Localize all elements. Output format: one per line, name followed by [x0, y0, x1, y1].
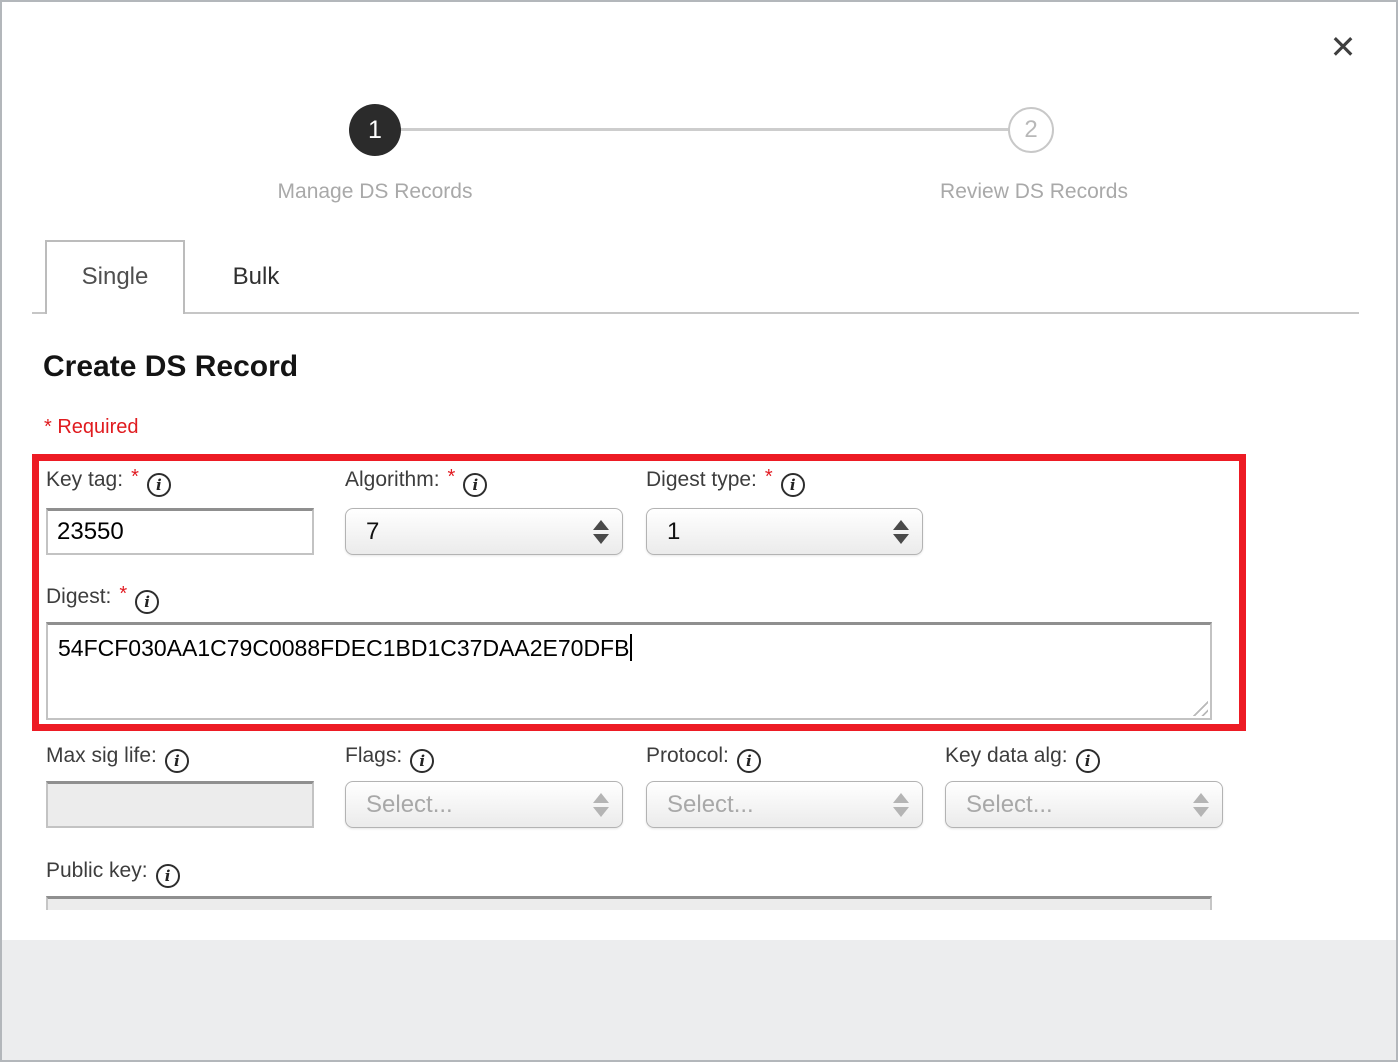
digest-type-label: Digest type: * i	[646, 468, 805, 497]
required-asterisk: *	[131, 466, 139, 488]
key-data-alg-label-text: Key data alg:	[945, 744, 1068, 767]
required-asterisk: *	[448, 466, 456, 488]
page-title: Create DS Record	[43, 350, 298, 384]
key-tag-label: Key tag: * i	[46, 468, 171, 497]
create-ds-record-dialog: ✕ 1 2 Manage DS Records Review DS Record…	[0, 0, 1398, 1062]
close-icon[interactable]: ✕	[1320, 24, 1366, 70]
info-icon-glyph: i	[165, 867, 171, 885]
flags-label: Flags: i	[345, 744, 434, 773]
info-icon-glyph: i	[144, 593, 150, 611]
tab-bar-underline	[32, 312, 1359, 314]
required-asterisk: *	[119, 583, 127, 605]
flags-select-value: Select...	[366, 791, 593, 819]
public-key-textarea[interactable]	[46, 896, 1212, 910]
algorithm-select[interactable]: 7	[345, 508, 623, 555]
info-icon[interactable]: i	[147, 473, 171, 497]
select-arrows-icon	[893, 520, 909, 544]
required-note: * Required	[44, 416, 139, 439]
info-icon[interactable]: i	[165, 749, 189, 773]
tab-single[interactable]: Single	[45, 240, 185, 314]
protocol-label: Protocol: i	[646, 744, 761, 773]
info-icon[interactable]: i	[135, 590, 159, 614]
digest-textarea-value: 54FCF030AA1C79C0088FDEC1BD1C37DAA2E70DFB	[58, 635, 629, 661]
digest-type-label-text: Digest type:	[646, 468, 757, 491]
digest-textarea[interactable]: 54FCF030AA1C79C0088FDEC1BD1C37DAA2E70DFB	[46, 622, 1212, 720]
info-icon[interactable]: i	[737, 749, 761, 773]
info-icon-glyph: i	[419, 752, 425, 770]
public-key-label: Public key: i	[46, 859, 180, 888]
required-asterisk: *	[765, 466, 773, 488]
max-sig-life-label: Max sig life: i	[46, 744, 189, 773]
select-arrows-icon	[593, 520, 609, 544]
key-tag-input[interactable]	[46, 508, 314, 555]
resize-grip-icon[interactable]	[1189, 697, 1208, 716]
flags-select[interactable]: Select...	[345, 781, 623, 828]
digest-type-select-value: 1	[667, 518, 893, 546]
protocol-label-text: Protocol:	[646, 744, 729, 767]
info-icon-glyph: i	[156, 476, 162, 494]
stepper-step-2-circle: 2	[1008, 107, 1054, 153]
select-arrows-icon	[1193, 793, 1209, 817]
flags-label-text: Flags:	[345, 744, 402, 767]
info-icon[interactable]: i	[410, 749, 434, 773]
digest-label-text: Digest:	[46, 585, 111, 608]
info-icon-glyph: i	[174, 752, 180, 770]
info-icon-glyph: i	[472, 476, 478, 494]
key-data-alg-label: Key data alg: i	[945, 744, 1100, 773]
max-sig-life-label-text: Max sig life:	[46, 744, 157, 767]
select-arrows-icon	[893, 793, 909, 817]
key-tag-label-text: Key tag:	[46, 468, 123, 491]
algorithm-label-text: Algorithm:	[345, 468, 440, 491]
max-sig-life-input[interactable]	[46, 781, 314, 828]
key-data-alg-select[interactable]: Select...	[945, 781, 1223, 828]
stepper-step-1-circle: 1	[349, 104, 401, 156]
info-icon-glyph: i	[746, 752, 752, 770]
algorithm-select-value: 7	[366, 518, 593, 546]
stepper-step-1-label: Manage DS Records	[225, 180, 525, 204]
text-caret	[630, 634, 632, 661]
select-arrows-icon	[593, 793, 609, 817]
key-data-alg-select-value: Select...	[966, 791, 1193, 819]
algorithm-label: Algorithm: * i	[345, 468, 487, 497]
info-icon[interactable]: i	[781, 473, 805, 497]
tab-bulk[interactable]: Bulk	[198, 242, 314, 312]
dialog-footer: Cancel Back Next	[2, 940, 1398, 1062]
info-icon[interactable]: i	[156, 864, 180, 888]
protocol-select[interactable]: Select...	[646, 781, 923, 828]
stepper-connector-line	[375, 128, 1031, 131]
protocol-select-value: Select...	[667, 791, 893, 819]
info-icon[interactable]: i	[463, 473, 487, 497]
public-key-label-text: Public key:	[46, 859, 148, 882]
info-icon[interactable]: i	[1076, 749, 1100, 773]
digest-type-select[interactable]: 1	[646, 508, 923, 555]
info-icon-glyph: i	[790, 476, 796, 494]
digest-label: Digest: * i	[46, 585, 159, 614]
info-icon-glyph: i	[1085, 752, 1091, 770]
stepper-step-2-label: Review DS Records	[884, 180, 1184, 204]
